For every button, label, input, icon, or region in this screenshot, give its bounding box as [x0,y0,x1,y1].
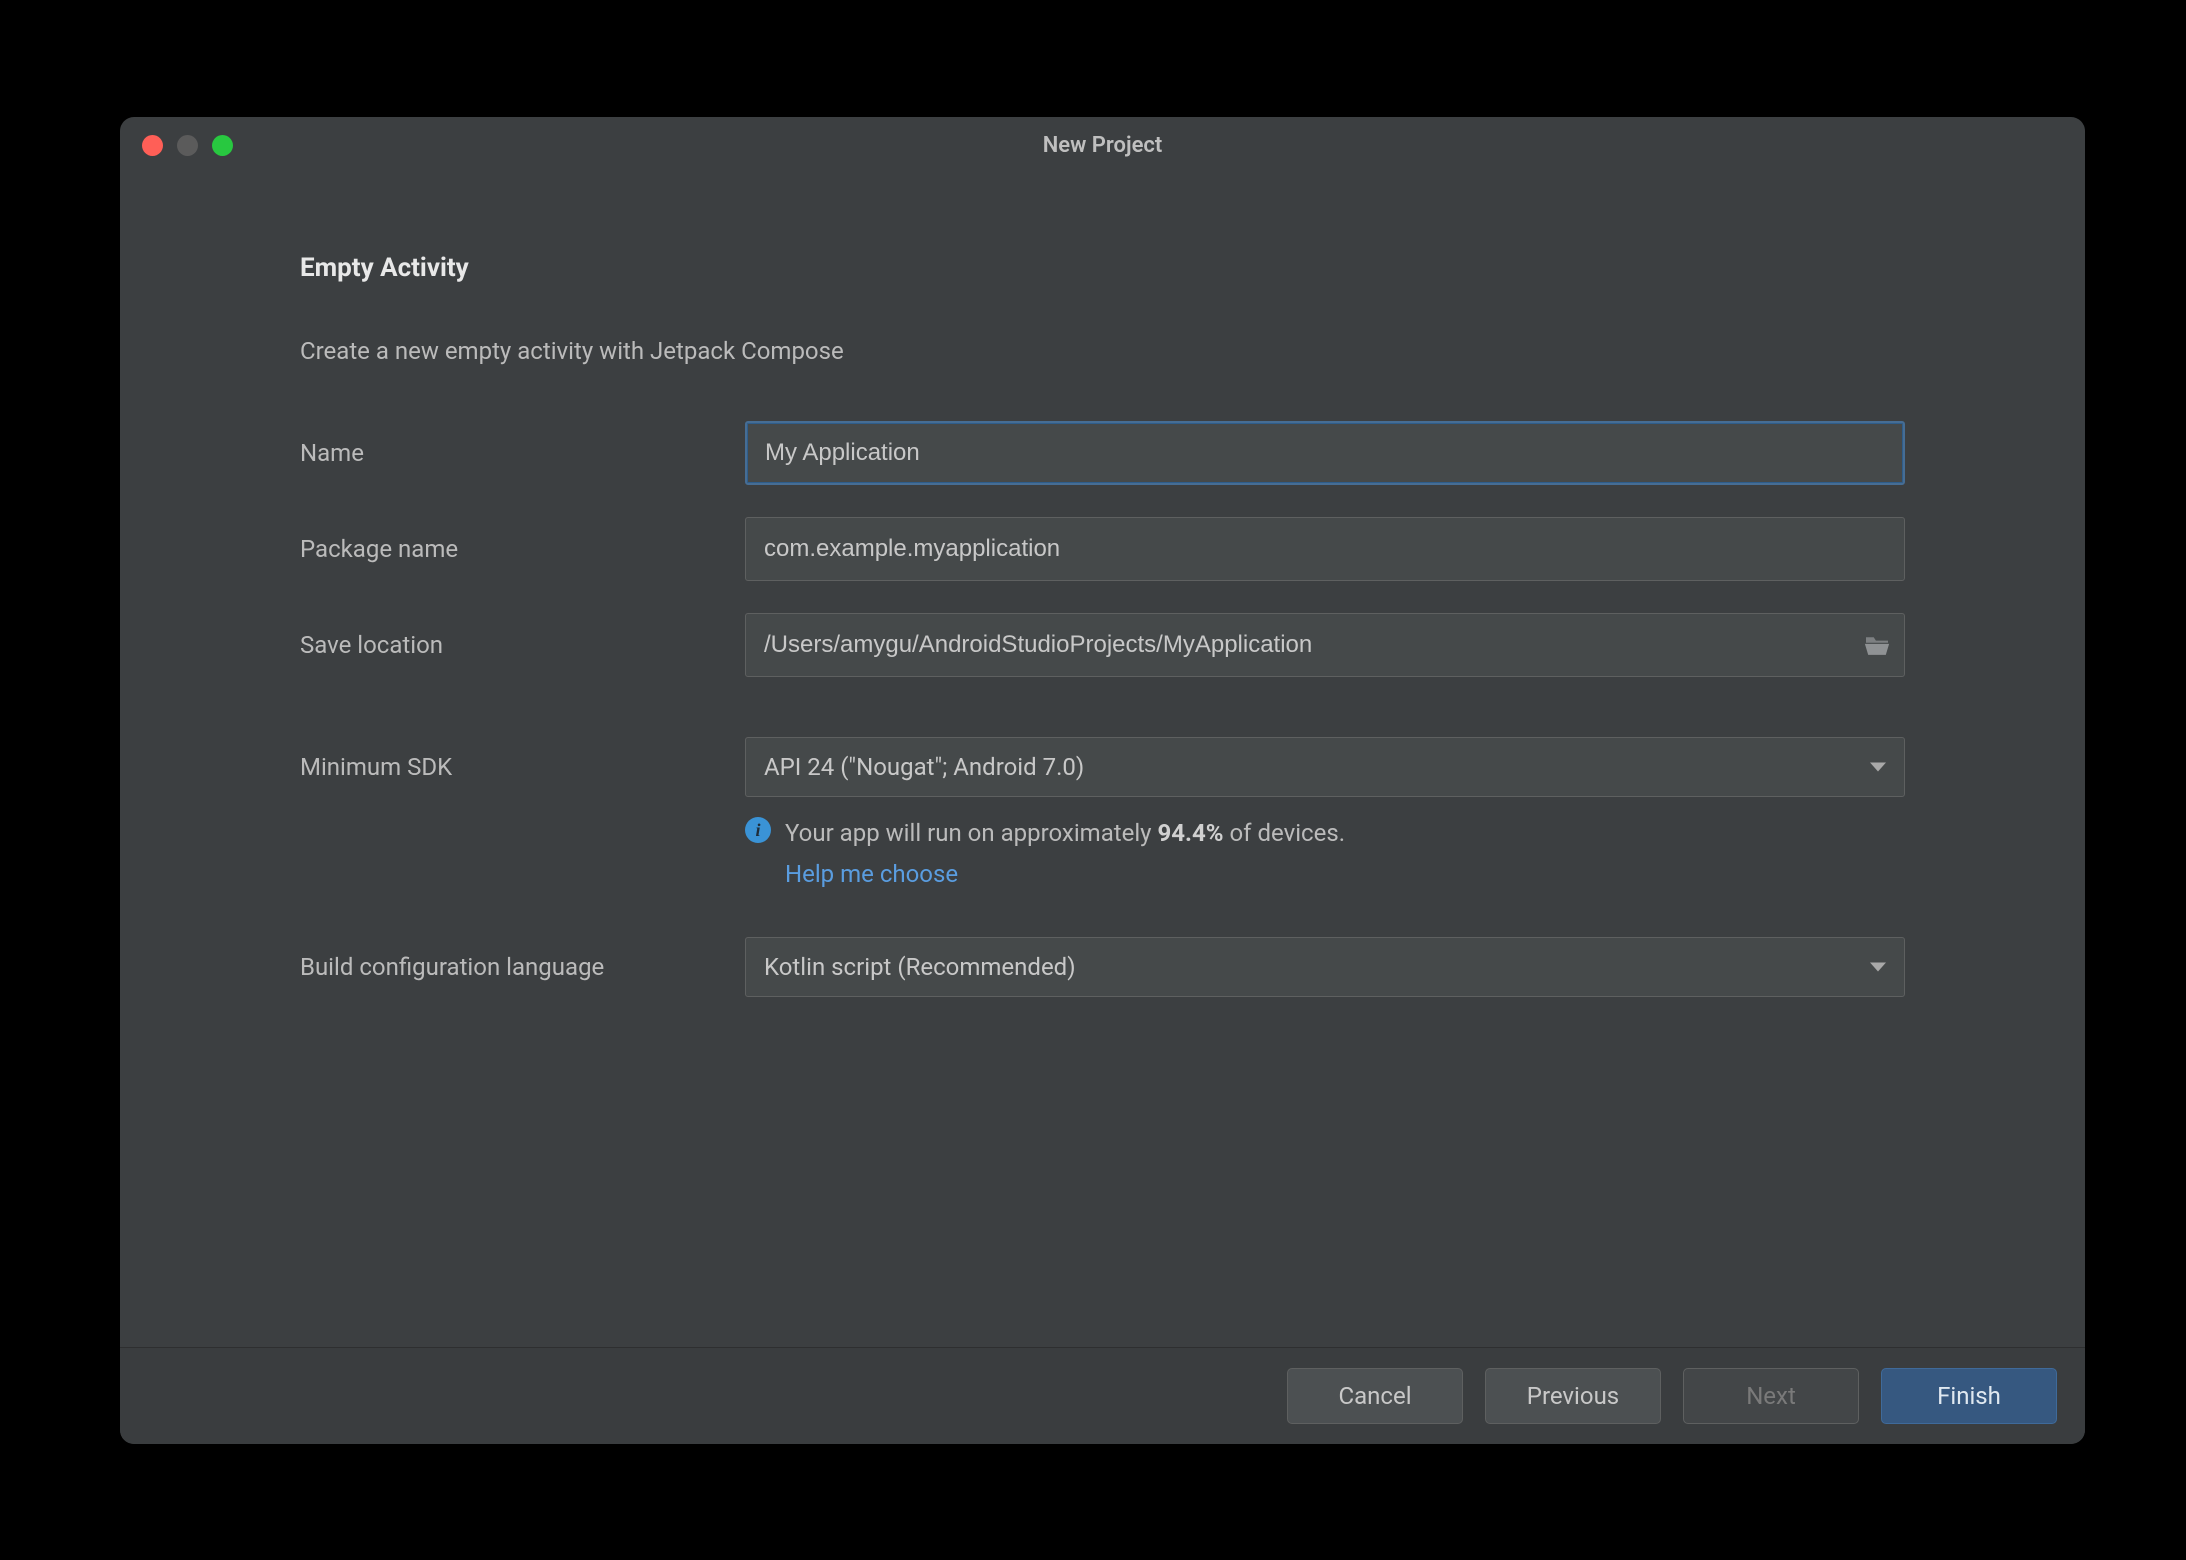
page-title: Empty Activity [300,253,1905,283]
next-button: Next [1683,1368,1859,1424]
row-build-lang: Build configuration language Kotlin scri… [300,937,1905,997]
row-location: Save location [300,613,1905,677]
min-sdk-select[interactable]: API 24 ("Nougat"; Android 7.0) [745,737,1905,797]
window-title: New Project [1043,133,1163,158]
row-min-sdk: Minimum SDK API 24 ("Nougat"; Android 7.… [300,737,1905,797]
chevron-down-icon [1870,763,1886,772]
info-icon: i [745,817,771,843]
close-window-button[interactable] [142,135,163,156]
build-lang-select[interactable]: Kotlin script (Recommended) [745,937,1905,997]
dialog-footer: Cancel Previous Next Finish [120,1347,2085,1444]
info-suffix: of devices. [1224,819,1346,847]
chevron-down-icon [1870,963,1886,972]
min-sdk-label: Minimum SDK [300,753,745,781]
info-prefix: Your app will run on approximately [785,819,1158,847]
row-package: Package name [300,517,1905,581]
package-label: Package name [300,535,745,563]
titlebar: New Project [120,117,2085,173]
location-label: Save location [300,631,745,659]
new-project-dialog: New Project Empty Activity Create a new … [120,117,2085,1444]
dialog-content: Empty Activity Create a new empty activi… [120,173,2085,1347]
maximize-window-button[interactable] [212,135,233,156]
page-subtitle: Create a new empty activity with Jetpack… [300,337,1905,365]
device-coverage-info: i Your app will run on approximately 94.… [745,815,1905,893]
name-label: Name [300,439,745,467]
location-input[interactable] [745,613,1905,677]
build-lang-label: Build configuration language [300,953,745,981]
cancel-button[interactable]: Cancel [1287,1368,1463,1424]
build-lang-value: Kotlin script (Recommended) [764,953,1076,981]
help-me-choose-link[interactable]: Help me choose [785,856,958,893]
min-sdk-value: API 24 ("Nougat"; Android 7.0) [764,753,1084,781]
info-percent: 94.4% [1158,819,1224,847]
previous-button[interactable]: Previous [1485,1368,1661,1424]
name-input[interactable] [745,421,1905,485]
finish-button[interactable]: Finish [1881,1368,2057,1424]
minimize-window-button[interactable] [177,135,198,156]
package-input[interactable] [745,517,1905,581]
window-controls [142,135,233,156]
row-name: Name [300,421,1905,485]
